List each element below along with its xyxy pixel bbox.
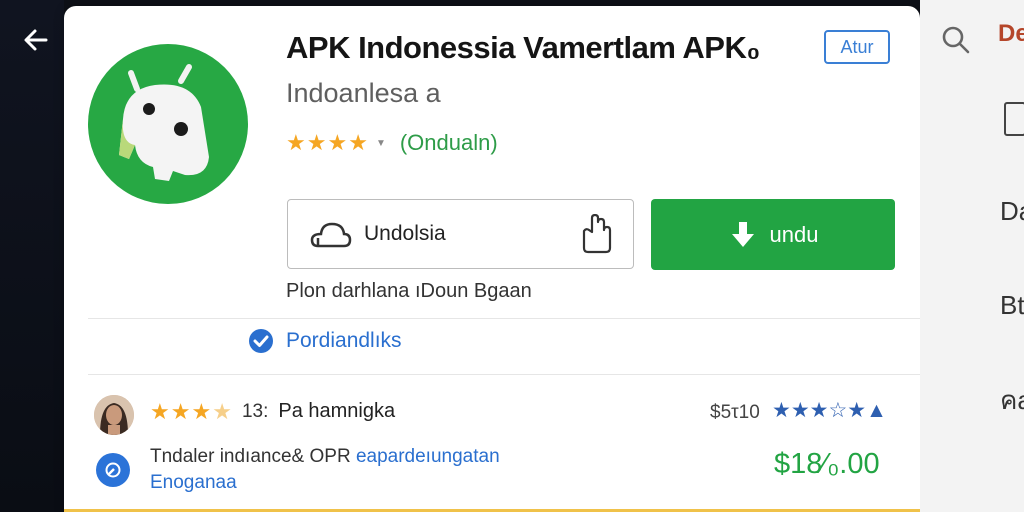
secondary-action-button[interactable]: Undolsia bbox=[287, 199, 634, 269]
cloud-icon bbox=[310, 222, 352, 248]
half-star-icon: ★ bbox=[212, 398, 232, 424]
review-header: ★ ★ ★ ★ 13: Pa hamnigka bbox=[150, 400, 395, 423]
app-detail-card: APK Indonessia Vamertlam APK₀ Indoanlesa… bbox=[64, 6, 920, 512]
reviewer-avatar[interactable] bbox=[94, 395, 134, 435]
left-background-strip bbox=[0, 0, 64, 512]
ad-badge[interactable]: Atur bbox=[824, 30, 890, 64]
secondary-action-label: Undolsia bbox=[364, 222, 446, 245]
review-stars: ★ ★ ★ ★ bbox=[150, 398, 232, 424]
right-panel-item-3[interactable]: คa bbox=[1000, 380, 1024, 421]
reviewer-name: Pa hamnigka bbox=[278, 400, 396, 422]
back-button[interactable] bbox=[18, 22, 54, 58]
review-description-line2[interactable]: Enoganaa bbox=[150, 472, 237, 494]
android-robot-icon bbox=[119, 64, 209, 181]
star-icon: ★ bbox=[191, 398, 212, 424]
install-button[interactable]: undu bbox=[651, 199, 895, 270]
right-panel-header[interactable]: De bbox=[998, 20, 1024, 48]
right-panel-item-2[interactable]: Bt bbox=[1000, 290, 1024, 321]
price-stars-glyphs: ★★★☆★▲ bbox=[772, 399, 887, 422]
verified-label: Pordiandlıks bbox=[286, 329, 402, 352]
right-side-panel: De Da Bt คa bbox=[920, 0, 1024, 512]
review-description-link[interactable]: eapardeıungatan bbox=[356, 446, 500, 467]
compass-needle-icon bbox=[105, 462, 121, 478]
rating-stars: ★ ★ ★ ★ bbox=[286, 132, 368, 154]
back-arrow-icon bbox=[24, 29, 48, 51]
star-icon: ★ bbox=[306, 130, 327, 155]
app-developer: Indoanlesa a bbox=[286, 78, 441, 108]
price: $18∕₀.00 bbox=[774, 448, 880, 480]
rating-row: ★ ★ ★ ★ ▼ (Ondualn) bbox=[286, 130, 498, 156]
review-count: 13: bbox=[241, 400, 269, 422]
price-label: $5τ10 bbox=[710, 402, 760, 423]
review-description-text: Tndaler indıance& ΟPR bbox=[150, 446, 356, 467]
caret-down-icon[interactable]: ▼ bbox=[376, 138, 386, 149]
review-description: Tndaler indıance& ΟPR eapardeıungatan bbox=[150, 446, 500, 468]
right-panel-item-1[interactable]: Da bbox=[1000, 196, 1024, 227]
divider bbox=[88, 374, 920, 375]
download-icon bbox=[731, 221, 754, 247]
star-icon: ★ bbox=[327, 130, 348, 155]
app-icon[interactable] bbox=[88, 44, 248, 204]
rating-link[interactable]: (Ondualn) bbox=[400, 130, 498, 156]
hand-pointer-icon bbox=[582, 214, 612, 254]
info-line: Plon darhlana ıDoun Bgaan bbox=[286, 280, 532, 302]
search-icon[interactable] bbox=[938, 22, 974, 58]
star-icon: ★ bbox=[348, 130, 368, 155]
price-stars: ★★★☆★▲ bbox=[772, 400, 887, 422]
verified-check-icon bbox=[249, 329, 273, 353]
star-icon: ★ bbox=[286, 130, 306, 155]
device-icon[interactable] bbox=[1004, 102, 1024, 136]
app-title: APK Indonessia Vamertlam APK₀ bbox=[286, 30, 760, 65]
divider bbox=[88, 318, 920, 319]
compass-icon[interactable] bbox=[96, 453, 130, 487]
reviewer-portrait bbox=[94, 395, 134, 435]
star-icon: ★ bbox=[150, 398, 170, 424]
install-button-label: undu bbox=[769, 221, 819, 247]
star-icon: ★ bbox=[170, 398, 191, 424]
verified-row[interactable]: Pordiandlıks bbox=[248, 328, 402, 354]
